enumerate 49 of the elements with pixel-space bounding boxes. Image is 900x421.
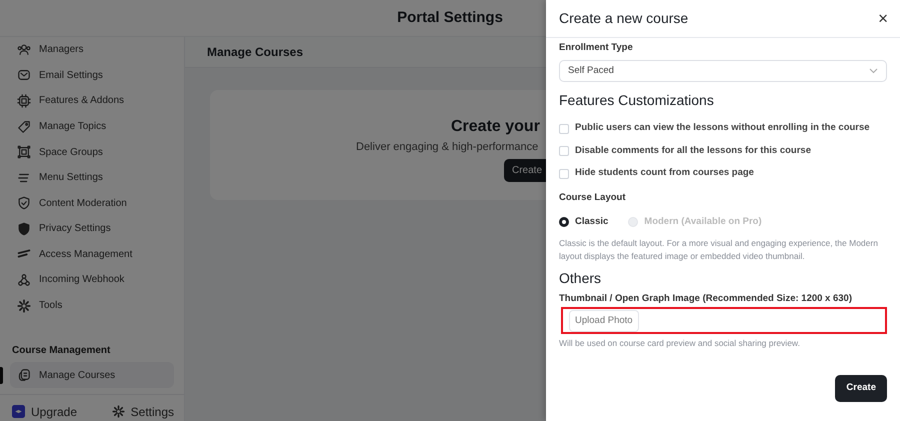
field-label: Enrollment Type — [559, 41, 634, 55]
help-text: Classic is the default layout. For a more visual and engaging experience, the Modern layout displays the featured image or embedded video thumbnail. — [559, 237, 879, 262]
webhook-icon — [17, 272, 31, 287]
chip-icon — [17, 94, 31, 108]
envelope-icon — [17, 68, 31, 82]
help-text: Will be used on course card preview and social sharing preview. — [559, 337, 801, 350]
upload-button[interactable]: Upload Photo — [569, 310, 639, 332]
radio-label: Classic — [575, 215, 608, 229]
checkbox-label: Hide students count from courses page — [575, 166, 754, 180]
radio-label: Modern (Available on Pro) — [644, 215, 762, 229]
sidebar-item[interactable]: Incoming Webhook — [0, 267, 184, 293]
checkbox-label: Public users can view the lessons without enrolling in the course — [575, 121, 870, 136]
create-button[interactable]: Create — [835, 375, 887, 402]
settings-link[interactable]: Settings — [112, 402, 174, 421]
empty-state-subtitle: Deliver engaging & high-performance — [356, 140, 538, 155]
empty-state-title: Create your — [451, 117, 540, 137]
sidebar-item[interactable]: Privacy Settings — [0, 216, 184, 242]
shield-check-icon — [17, 196, 31, 210]
field-label: Course Layout — [559, 190, 627, 205]
section-heading: Features Customizations — [559, 91, 715, 110]
select-field[interactable]: Self Paced — [559, 60, 887, 82]
section-title: Course Management — [12, 344, 112, 358]
checkbox[interactable] — [559, 124, 569, 134]
drawer-title: Create a new course — [559, 9, 688, 28]
tag-icon — [17, 120, 31, 134]
checkbox-label: Disable comments for all the lessons for this course — [575, 144, 811, 158]
course-icon — [17, 368, 31, 382]
field-label: Thumbnail / Open Graph Image (Recommended Size: 1200 x 630) — [559, 292, 853, 306]
active-indicator — [0, 367, 3, 384]
checkbox[interactable] — [559, 146, 569, 156]
sidebar-item[interactable]: Tools — [0, 292, 184, 318]
sidebar-item[interactable]: Features & Addons — [0, 88, 184, 114]
section-heading: Others — [559, 268, 602, 288]
sidebar-item[interactable]: Space Groups — [0, 139, 184, 165]
radio-button[interactable] — [559, 217, 569, 228]
close-button[interactable]: × — [876, 10, 890, 27]
shield-icon — [17, 222, 31, 236]
page-title: Portal Settings — [397, 8, 503, 28]
sidebar-item[interactable]: Content Moderation — [0, 190, 184, 216]
sidebar-item[interactable]: Managers — [0, 37, 184, 63]
frame-icon — [17, 145, 31, 160]
chevron-down-icon — [869, 68, 878, 74]
people-icon — [17, 42, 31, 57]
sidebar-item[interactable]: Access Management — [0, 242, 184, 268]
sidebar-item[interactable]: Manage Topics — [0, 114, 184, 140]
sidebar-item[interactable]: Email Settings — [0, 62, 184, 88]
logo-icon — [12, 405, 25, 418]
sidebar-item[interactable]: Menu Settings — [0, 164, 184, 190]
checkbox[interactable] — [559, 168, 569, 178]
